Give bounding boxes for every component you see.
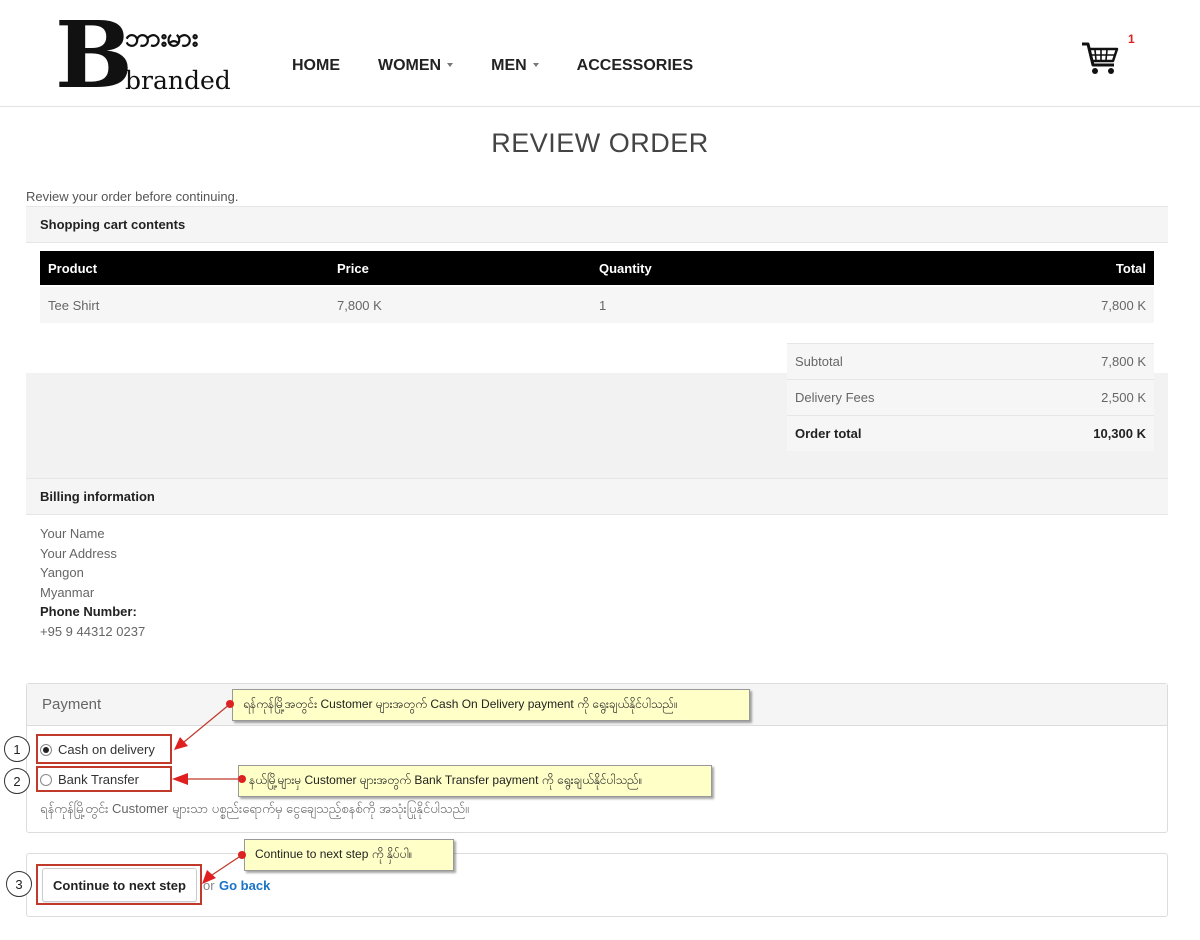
annotation-frame-2 [36,766,172,792]
page-intro: Review your order before continuing. [26,189,239,204]
cart-count-badge: 1 [1128,32,1135,46]
column-total: Total [1115,260,1146,276]
delivery-value: 2,500 K [1101,390,1146,405]
cart-table: Product Price Quantity Total Tee Shirt 7… [40,251,1154,323]
nav-women[interactable]: WOMEN [378,57,454,75]
callout-continue: Continue to next step ကို နှိပ်ပါ။ [244,839,454,871]
subtotal-value: 7,800 K [1101,354,1146,369]
logo-letter: B [55,1,133,109]
billing-city: Yangon [40,565,84,581]
column-quantity: Quantity [599,260,652,276]
shopping-cart-icon[interactable] [1080,38,1120,78]
billing-details: Your Name Your Address Yangon Myanmar Ph… [40,524,145,642]
delivery-label: Delivery Fees [795,390,875,405]
cell-product: Tee Shirt [48,297,100,313]
annotation-frame-3 [36,864,202,905]
cell-quantity: 1 [599,297,607,313]
billing-country: Myanmar [40,584,95,600]
step-number-3: 3 [6,871,32,897]
logo-script-text: ဘားမား [125,23,198,53]
cart-section-heading: Shopping cart contents [26,206,1168,243]
column-price: Price [337,260,369,276]
nav-women-label: WOMEN [378,57,442,74]
order-total-label: Order total [795,426,862,441]
step-number-1: 1 [4,736,30,762]
callout-cash-on-delivery: ရန်ကုန်မြို့အတွင်း Customer များအတွက် Ca… [232,689,750,721]
cart-table-header: Product Price Quantity Total [40,251,1154,285]
billing-section-heading: Billing information [26,478,1168,515]
or-text: or [203,878,215,893]
nav-men-label: MEN [491,57,527,74]
logo-brand-name: branded [125,66,231,95]
order-total-row: Order total 10,300 K [787,415,1154,451]
order-total-value: 10,300 K [1093,426,1146,441]
go-back-link[interactable]: Go back [219,878,270,893]
cell-price: 7,800 K [337,297,382,313]
table-row: Tee Shirt 7,800 K 1 7,800 K [40,287,1154,323]
nav-accessories[interactable]: ACCESSORIES [577,57,693,75]
page-title: REVIEW ORDER [491,128,709,158]
column-product: Product [48,260,98,276]
main-nav: HOME WOMEN MEN ACCESSORIES [292,57,731,75]
billing-name: Your Name [40,526,105,541]
billing-address: Your Address [40,545,117,561]
payment-note: ရန်ကုန်မြို့တွင်း Customer များသာ ပစ္စည်… [40,801,469,816]
nav-men[interactable]: MEN [491,57,539,75]
cell-total: 7,800 K [1101,297,1146,313]
site-header: B ဘားမား branded HOME WOMEN MEN ACCESSOR… [0,0,1200,107]
subtotal-row: Subtotal 7,800 K [787,343,1154,379]
annotation-frame-1 [36,734,172,764]
nav-home-label: HOME [292,57,340,74]
billing-phone-label: Phone Number: [40,604,137,620]
subtotal-label: Subtotal [795,354,843,369]
delivery-row: Delivery Fees 2,500 K [787,379,1154,415]
step-number-2: 2 [4,768,30,794]
callout-bank-transfer: နယ်မြို့များမှ Customer များအတွက် Bank T… [238,765,712,797]
billing-phone: +95 9 44312 0237 [40,623,146,639]
nav-home[interactable]: HOME [292,57,340,75]
chevron-down-icon [532,63,539,67]
brand-logo[interactable]: B ဘားမား branded [55,9,235,101]
order-totals: Subtotal 7,800 K Delivery Fees 2,500 K O… [787,343,1154,451]
chevron-down-icon [447,63,454,67]
nav-accessories-label: ACCESSORIES [576,57,694,74]
